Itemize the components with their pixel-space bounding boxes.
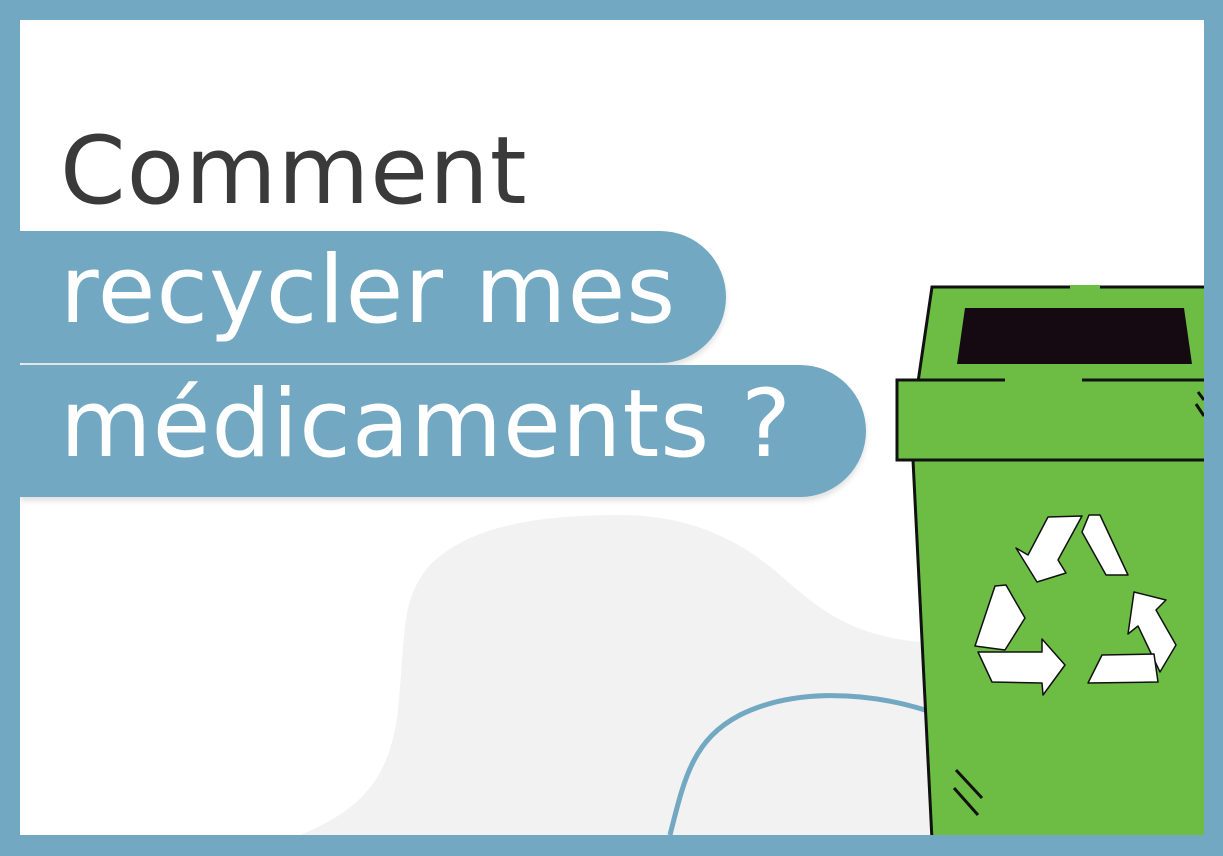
title-line-medicaments: médicaments ? (60, 370, 793, 479)
title-band-1: recycler mes (20, 231, 726, 363)
title-line-recycler: recycler mes (60, 236, 677, 345)
canvas: Comment recycler mes médicaments ? (20, 20, 1204, 835)
bin-lid-rim (895, 378, 1204, 462)
title-line-comment: Comment (60, 117, 528, 226)
bin-slot (957, 308, 1192, 364)
page-frame: Comment recycler mes médicaments ? (0, 0, 1223, 856)
grey-blob (300, 515, 940, 835)
title-band-2: médicaments ? (20, 365, 866, 497)
